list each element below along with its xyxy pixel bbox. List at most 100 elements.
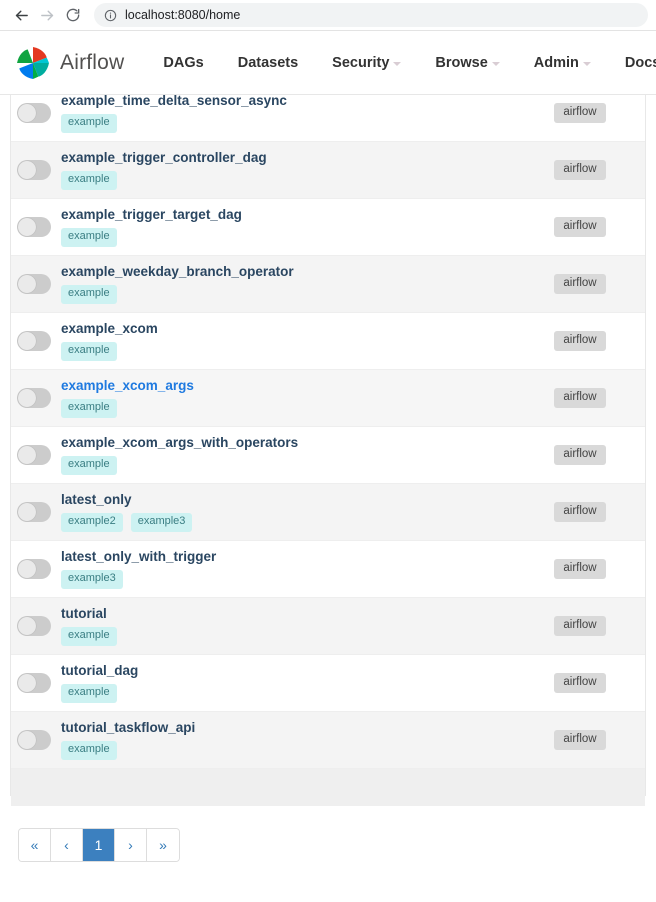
owner-badge[interactable]: airflow bbox=[554, 615, 606, 637]
owner-badge[interactable]: airflow bbox=[554, 558, 606, 580]
dag-name-link[interactable]: example_xcom bbox=[61, 321, 525, 338]
dag-tags: example bbox=[61, 456, 525, 475]
brand-title: Airflow bbox=[60, 50, 125, 74]
dag-name-link[interactable]: example_trigger_target_dag bbox=[61, 207, 525, 224]
dag-tag[interactable]: example bbox=[61, 456, 117, 475]
dag-info: latest_only_with_trigger example3 bbox=[61, 549, 525, 589]
menu-label-dags: DAGs bbox=[163, 54, 204, 71]
dag-owner-cell: airflow bbox=[525, 615, 635, 637]
dag-tag[interactable]: example bbox=[61, 228, 117, 247]
menu-item-dags[interactable]: DAGs bbox=[146, 47, 220, 79]
dag-pause-toggle[interactable] bbox=[17, 616, 51, 636]
owner-badge[interactable]: airflow bbox=[554, 159, 606, 181]
dag-tag[interactable]: example3 bbox=[130, 513, 193, 532]
dag-owner-cell: airflow bbox=[525, 729, 635, 751]
dag-name-link[interactable]: example_xcom_args bbox=[61, 378, 525, 395]
forward-button[interactable] bbox=[34, 2, 60, 28]
table-row[interactable]: example_xcom_args_with_operatorsexample a… bbox=[11, 427, 645, 484]
owner-badge[interactable]: airflow bbox=[554, 387, 606, 409]
table-row[interactable]: example_time_delta_sensor_asyncexample ai… bbox=[11, 95, 645, 142]
owner-badge[interactable]: airflow bbox=[554, 216, 606, 238]
dag-tag[interactable]: example bbox=[61, 684, 117, 703]
dag-tag[interactable]: example bbox=[61, 171, 117, 190]
table-row[interactable]: tutorial example airflow bbox=[11, 598, 645, 655]
table-row[interactable]: latest_only_with_trigger example3 airflow bbox=[11, 541, 645, 598]
menu-item-browse[interactable]: Browse bbox=[418, 47, 516, 79]
dag-name-link[interactable]: example_weekday_branch_operator bbox=[61, 264, 525, 281]
dag-tag[interactable]: example3 bbox=[61, 570, 123, 589]
table-row[interactable]: example_xcom_argsexample airflow bbox=[11, 370, 645, 427]
dag-tags: example bbox=[61, 228, 525, 247]
menu-item-admin[interactable]: Admin bbox=[517, 47, 608, 79]
dag-name-link[interactable]: example_trigger_controller_dag bbox=[61, 150, 525, 167]
dag-pause-toggle[interactable] bbox=[17, 331, 51, 351]
dag-info: example_weekday_branch_operatorexample bbox=[61, 264, 525, 304]
owner-badge[interactable]: airflow bbox=[554, 273, 606, 295]
dag-name-link[interactable]: tutorial bbox=[61, 606, 525, 623]
dag-pause-toggle[interactable] bbox=[17, 502, 51, 522]
table-row[interactable]: example_weekday_branch_operatorexample ai… bbox=[11, 256, 645, 313]
dag-name-link[interactable]: example_xcom_args_with_operators bbox=[61, 435, 525, 452]
owner-badge[interactable]: airflow bbox=[554, 444, 606, 466]
url-text: localhost:8080/home bbox=[125, 7, 241, 22]
dag-rows: example_time_delta_sensor_asyncexample ai… bbox=[11, 95, 645, 769]
dag-pause-toggle[interactable] bbox=[17, 445, 51, 465]
info-circle-icon[interactable] bbox=[104, 9, 117, 22]
dag-name-link[interactable]: tutorial_taskflow_api bbox=[61, 720, 525, 737]
dag-tag[interactable]: example bbox=[61, 627, 117, 646]
dag-pause-toggle[interactable] bbox=[17, 673, 51, 693]
dag-pause-toggle[interactable] bbox=[17, 388, 51, 408]
dags-table: example_time_delta_sensor_asyncexample ai… bbox=[10, 95, 646, 806]
pagination-next[interactable]: › bbox=[115, 829, 147, 861]
pagination-prev[interactable]: ‹ bbox=[51, 829, 83, 861]
owner-badge[interactable]: airflow bbox=[554, 672, 606, 694]
dag-pause-toggle[interactable] bbox=[17, 103, 51, 123]
table-row[interactable]: tutorial_taskflow_apiexample airflow bbox=[11, 712, 645, 769]
back-button[interactable] bbox=[8, 2, 34, 28]
table-row[interactable]: example_trigger_controller_dagexample air… bbox=[11, 142, 645, 199]
dag-info: example_xcom_argsexample bbox=[61, 378, 525, 418]
pagination: « ‹ 1 › » bbox=[18, 828, 180, 862]
dag-tag[interactable]: example bbox=[61, 399, 117, 418]
pagination-first[interactable]: « bbox=[19, 829, 51, 861]
dag-info: example_trigger_controller_dagexample bbox=[61, 150, 525, 190]
dag-owner-cell: airflow bbox=[525, 444, 635, 466]
address-bar[interactable]: localhost:8080/home bbox=[94, 3, 648, 27]
dag-owner-cell: airflow bbox=[525, 558, 635, 580]
dag-name-link[interactable]: tutorial_dag bbox=[61, 663, 525, 680]
owner-badge[interactable]: airflow bbox=[554, 501, 606, 523]
dag-pause-toggle[interactable] bbox=[17, 559, 51, 579]
chevron-down-icon bbox=[582, 61, 591, 66]
dag-name-link[interactable]: latest_only bbox=[61, 492, 525, 509]
owner-badge[interactable]: airflow bbox=[554, 102, 606, 124]
dag-name-link[interactable]: latest_only_with_trigger bbox=[61, 549, 525, 566]
table-row[interactable]: latest_only example2 example3 airflow bbox=[11, 484, 645, 541]
table-row[interactable]: example_xcomexample airflow bbox=[11, 313, 645, 370]
dag-tags: example bbox=[61, 171, 525, 190]
brand-home-link[interactable]: Airflow bbox=[14, 44, 124, 82]
table-row[interactable]: example_trigger_target_dagexample airflow bbox=[11, 199, 645, 256]
dag-pause-toggle[interactable] bbox=[17, 274, 51, 294]
dag-tag[interactable]: example bbox=[61, 285, 117, 304]
dag-name-link[interactable]: example_time_delta_sensor_async bbox=[61, 95, 525, 110]
owner-badge[interactable]: airflow bbox=[554, 330, 606, 352]
menu-item-datasets[interactable]: Datasets bbox=[221, 47, 315, 79]
menu-label-docs: Docs bbox=[624, 54, 656, 71]
pagination-page-1[interactable]: 1 bbox=[83, 829, 115, 861]
dag-pause-toggle[interactable] bbox=[17, 217, 51, 237]
table-row[interactable]: tutorial_dagexample airflow bbox=[11, 655, 645, 712]
owner-badge[interactable]: airflow bbox=[554, 729, 606, 751]
menu-item-docs[interactable]: Docs bbox=[608, 47, 656, 79]
reload-button[interactable] bbox=[60, 2, 86, 28]
dag-tags: example2 example3 bbox=[61, 513, 525, 532]
menu-item-security[interactable]: Security bbox=[315, 47, 418, 79]
dag-tag[interactable]: example bbox=[61, 342, 117, 361]
dag-tag[interactable]: example bbox=[61, 741, 117, 760]
dag-pause-toggle[interactable] bbox=[17, 730, 51, 750]
dag-tag[interactable]: example2 bbox=[61, 513, 123, 532]
dag-pause-toggle[interactable] bbox=[17, 160, 51, 180]
pagination-last[interactable]: » bbox=[147, 829, 179, 861]
menu-label-security: Security bbox=[332, 54, 390, 71]
dag-tag[interactable]: example bbox=[61, 114, 117, 133]
dag-owner-cell: airflow bbox=[525, 216, 635, 238]
